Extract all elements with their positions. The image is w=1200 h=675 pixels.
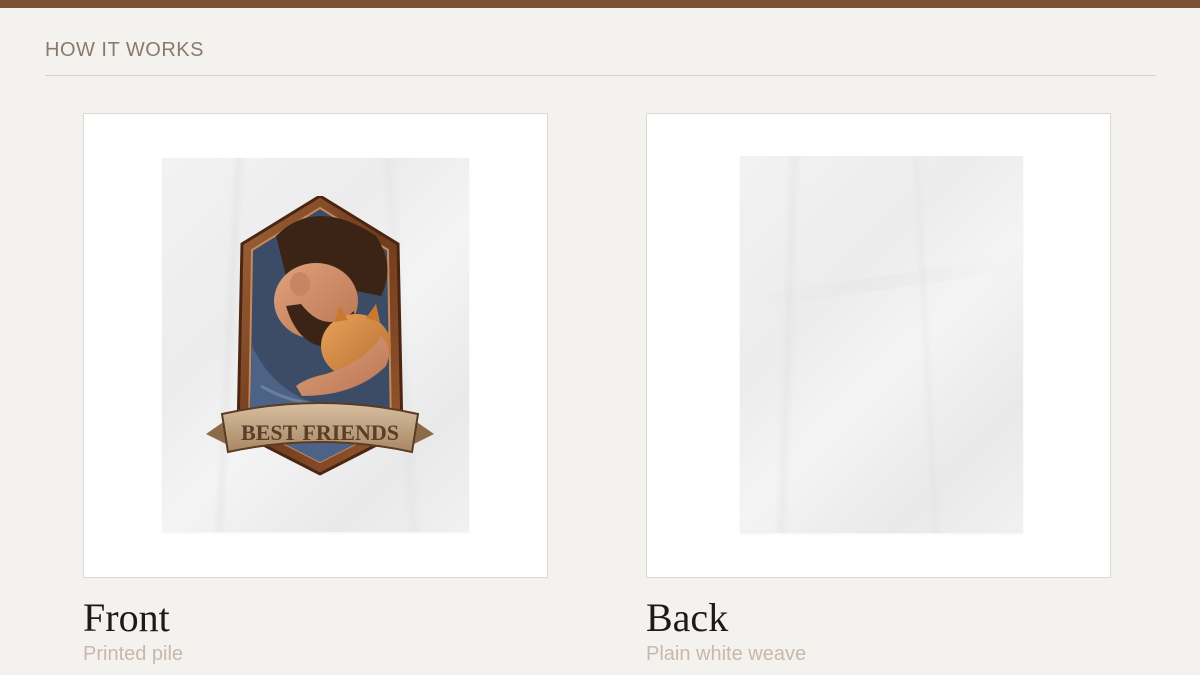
section-divider (45, 75, 1156, 76)
front-subtitle: Printed pile (83, 643, 184, 665)
back-subtitle: Plain white weave (646, 643, 807, 665)
best-friends-emblem: BEST FRIENDS (206, 196, 434, 476)
back-image-card (646, 113, 1111, 578)
top-accent-bar (0, 0, 1200, 8)
front-blanket-image: BEST FRIENDS (162, 158, 469, 532)
front-image-card: BEST FRIENDS (83, 113, 548, 578)
section-title: HOW IT WORKS (45, 39, 204, 61)
front-title: Front (83, 595, 170, 640)
back-blanket-image (740, 156, 1023, 533)
emblem-banner-text: BEST FRIENDS (241, 420, 399, 445)
back-title: Back (646, 595, 729, 640)
